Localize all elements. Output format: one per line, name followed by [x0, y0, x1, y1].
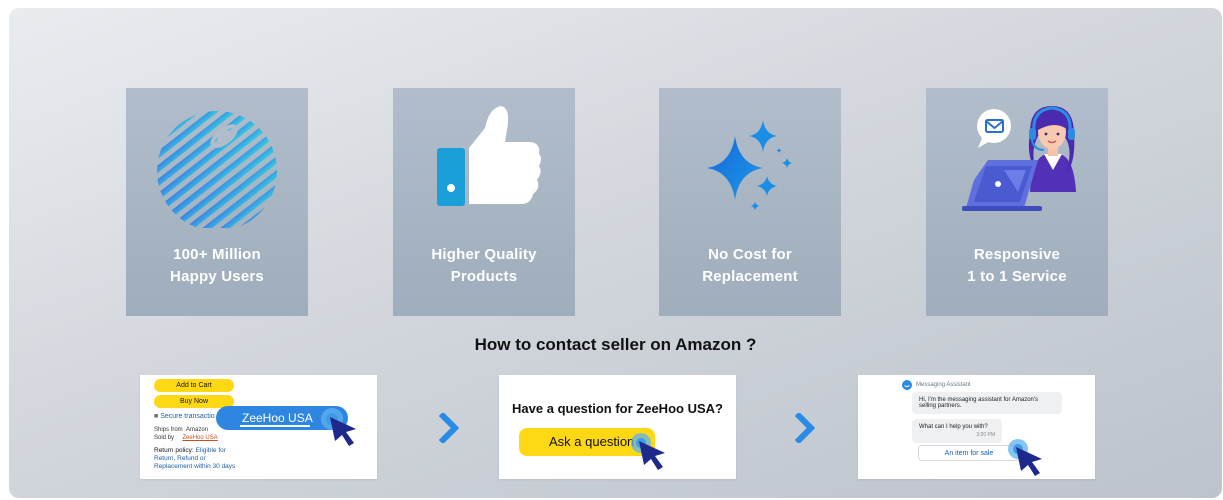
add-to-cart-button[interactable]: Add to Cart	[154, 379, 234, 392]
buy-now-button[interactable]: Buy Now	[154, 395, 234, 408]
assistant-message: Hi, I'm the messaging assistant for Amaz…	[912, 392, 1062, 414]
feature-label: Responsive 1 to 1 Service	[967, 246, 1067, 285]
sold-by-row: Sold by ZeeHoo USA	[154, 435, 218, 441]
step1-product-page: Add to Cart Buy Now ■ Secure transactio …	[140, 375, 377, 479]
question-heading: Have a question for ZeeHoo USA?	[512, 401, 723, 416]
how-to-title: How to contact seller on Amazon ?	[474, 335, 757, 354]
feature-label: Higher Quality Products	[431, 246, 537, 285]
striped-globe-icon	[126, 88, 308, 231]
feature-card-happy-users: 100+ Million Happy Users	[126, 88, 308, 316]
feature-label: 100+ Million Happy Users	[170, 246, 264, 285]
thumbs-up-icon	[393, 88, 575, 228]
return-policy: Return policy: Eligible for Return, Refu…	[154, 447, 236, 470]
chevron-right-icon	[795, 413, 815, 443]
pointer-cursor-icon	[321, 408, 356, 446]
ships-from-row: Ships from Amazon	[154, 427, 209, 433]
chevron-right-icon	[439, 413, 459, 443]
secure-transaction: ■ Secure transactio	[154, 413, 215, 420]
step2-ask-question: Have a question for ZeeHoo USA? Ask a qu…	[499, 375, 736, 479]
support-agent-icon	[926, 88, 1108, 228]
pointer-cursor-icon	[1008, 439, 1042, 476]
feature-card-no-cost-replacement: No Cost for Replacement	[659, 88, 841, 316]
pointer-cursor-icon	[631, 433, 665, 470]
sparkles-icon	[659, 88, 841, 228]
lock-icon: ■	[154, 413, 159, 420]
assistant-message: What can I help you with? 3:20 PM	[912, 419, 1002, 443]
assistant-avatar-icon	[902, 380, 912, 390]
feature-label: No Cost for Replacement	[702, 246, 798, 285]
feature-card-responsive-service: Responsive 1 to 1 Service	[926, 88, 1108, 316]
feature-card-quality-products: Higher Quality Products	[393, 88, 575, 316]
seller-link[interactable]: ZeeHoo USA	[182, 435, 217, 441]
step3-messaging-assistant: Messaging Assistant Hi, I'm the messagin…	[858, 375, 1095, 479]
assistant-header: Messaging Assistant	[916, 382, 971, 388]
underline-divider	[240, 425, 310, 427]
feature-banner: 100+ Million Happy Users Higher Quality …	[9, 8, 1222, 498]
